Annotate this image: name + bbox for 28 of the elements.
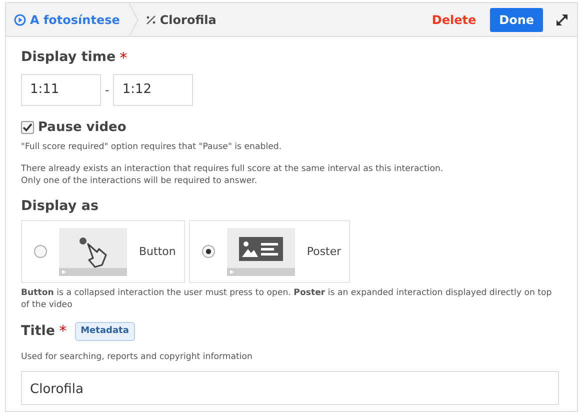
breadcrumb-current: Clorofila	[160, 12, 216, 28]
interaction-type-icon	[146, 14, 156, 24]
hint-text: "Full score required" option requires that "Pause" is enabled.	[21, 141, 283, 153]
description-text: Button is a collapsed interaction the user must press to open. Poster is an expanded interaction displayed directly on top of the video	[21, 287, 553, 312]
required-mark: *	[59, 321, 67, 342]
field-label: Title	[21, 322, 56, 342]
description-text: Used for searching, reports and copyright information	[21, 350, 254, 363]
radio-button[interactable]	[34, 245, 47, 258]
play-icon	[14, 14, 26, 26]
field-label: Display as	[21, 197, 100, 216]
checkbox[interactable]	[21, 120, 34, 134]
time-separator: -	[105, 82, 110, 98]
fullscreen-icon[interactable]	[555, 12, 569, 26]
field-label: Display time	[21, 48, 116, 67]
required-mark: *	[120, 48, 128, 69]
title-field[interactable]: Clorofila	[21, 370, 559, 405]
poster-icon	[226, 228, 295, 276]
end-time-field[interactable]: 1:12	[113, 74, 194, 106]
metadata-button[interactable]: Metadata	[74, 322, 135, 342]
warning-text: There already exists an interaction that requires full score at the same interval as this interaction. Only one of the interactions will be required to answer.	[21, 163, 444, 187]
radio-button[interactable]	[202, 245, 215, 258]
done-button[interactable]: Done	[490, 8, 543, 32]
option-card[interactable]: Button	[21, 220, 185, 284]
checkbox-label: Pause video	[38, 118, 126, 136]
option-card[interactable]: Poster	[188, 220, 350, 284]
hand-pointer-icon	[59, 228, 127, 276]
start-time-field[interactable]: 1:11	[21, 74, 101, 106]
breadcrumb-link[interactable]: A fotosíntese	[6, 10, 120, 28]
